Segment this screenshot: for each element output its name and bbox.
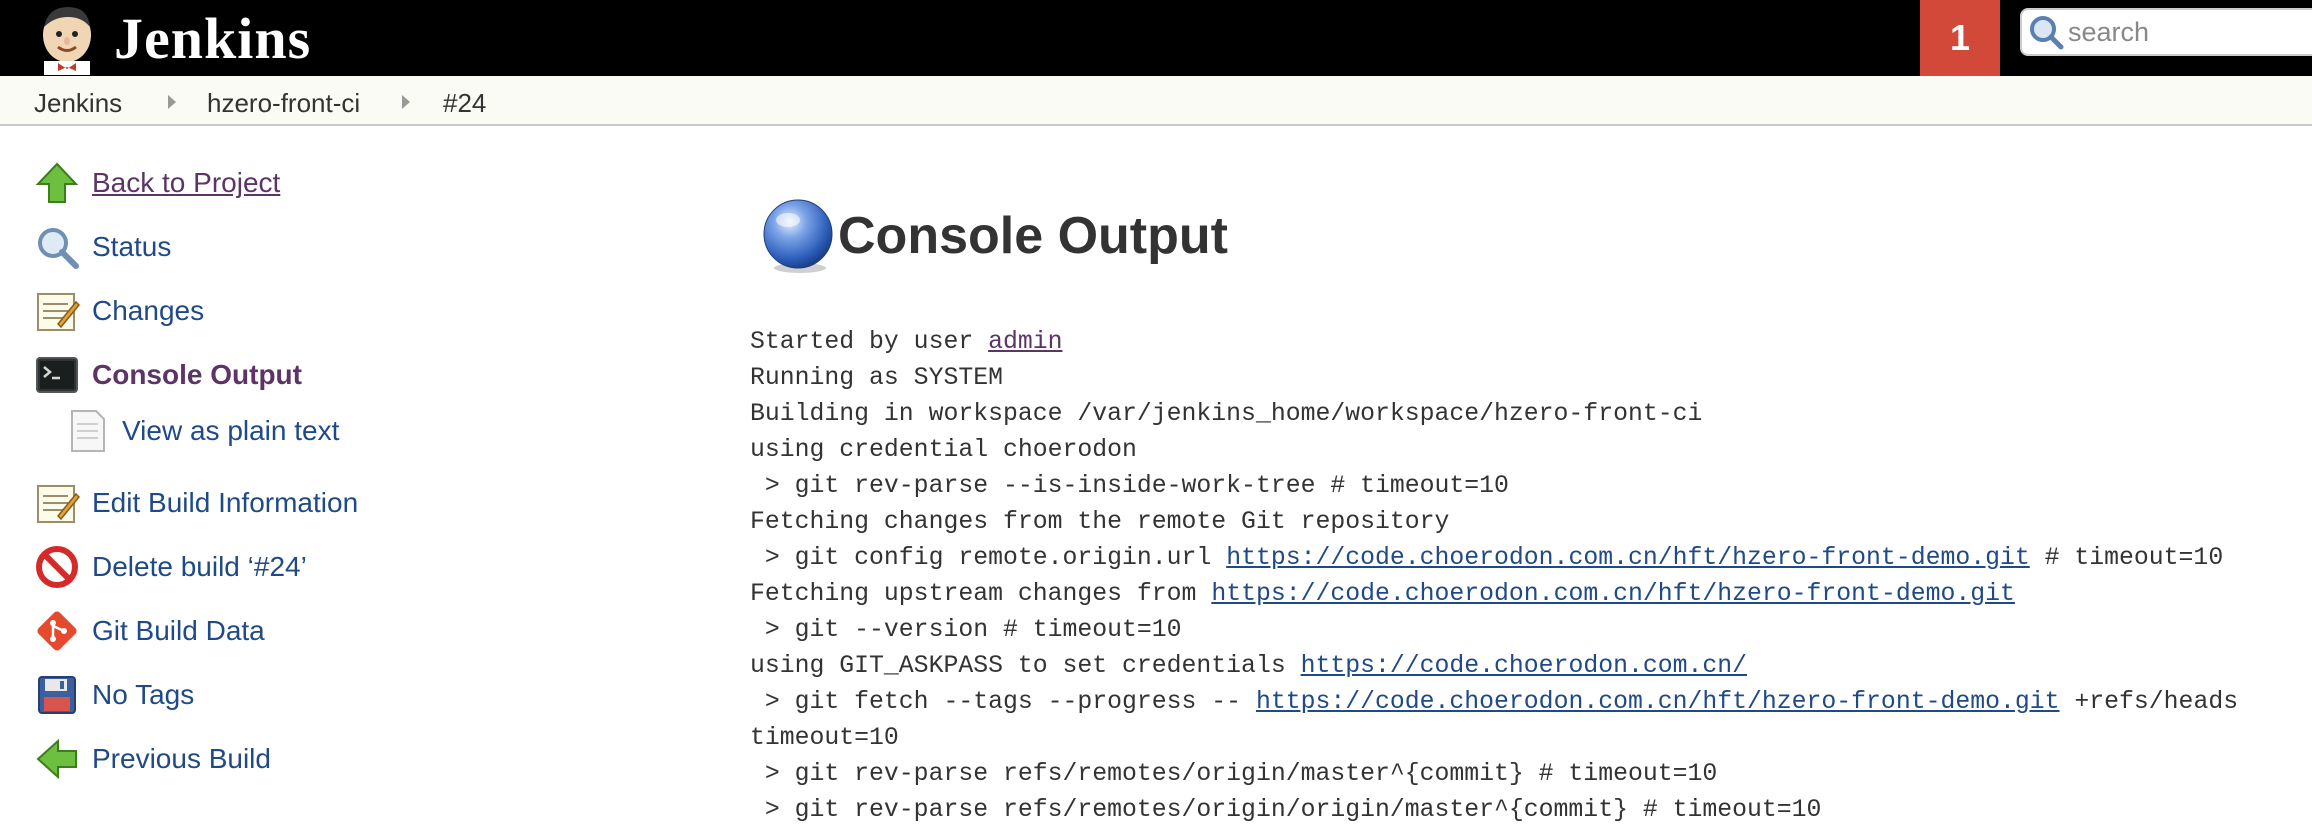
breadcrumb-jenkins[interactable]: Jenkins [34,88,122,119]
floppy-disk-icon [38,676,76,714]
delete-build-link[interactable]: Delete build ‘#24’ [92,551,307,583]
git-icon [37,611,77,651]
repo-url-link[interactable]: https://code.choerodon.com.cn/hft/hzero-… [1256,688,2060,716]
console-line: using credential choerodon [750,436,1137,464]
console-text: Fetching upstream changes from [750,580,1212,608]
console-line: > git rev-parse refs/remotes/origin/orig… [750,796,1822,824]
user-link[interactable]: admin [988,328,1062,356]
no-entry-icon [36,546,78,588]
search-input[interactable] [2066,16,2312,48]
console-text: using GIT_ASKPASS to set credentials [750,652,1301,680]
page-title: Console Output [838,207,1228,265]
console-text: > git config remote.origin.url [750,544,1227,572]
task-delete-build[interactable]: Delete build ‘#24’ [34,544,307,590]
breadcrumb-project[interactable]: hzero-front-ci [207,88,360,119]
page-heading: Console Output [758,196,1228,276]
console-line: Fetching upstream changes from https://c… [750,580,2015,608]
console-text: # timeout=10 [2029,544,2224,572]
document-icon [71,410,105,452]
task-changes[interactable]: Changes [34,288,204,334]
task-edit-build-information[interactable]: Edit Build Information [34,480,358,526]
repo-url-link[interactable]: https://code.choerodon.com.cn/hft/hzero-… [1226,544,2030,572]
breadcrumb-build[interactable]: #24 [443,88,486,119]
console-line: > git --version # timeout=10 [750,616,1182,644]
console-line: Running as SYSTEM [750,364,1003,392]
console-line: > git config remote.origin.url https://c… [750,544,2223,572]
task-back-to-project[interactable]: Back to Project [34,160,280,206]
view-plain-text-link[interactable]: View as plain text [122,415,339,447]
console-line: using GIT_ASKPASS to set credentials htt… [750,652,1747,680]
previous-build-link[interactable]: Previous Build [92,743,271,775]
main-panel: Console Output Started by user admin Run… [740,126,2312,824]
blue-ball-icon [763,199,833,273]
no-tags-link[interactable]: No Tags [92,679,194,711]
top-header: Jenkins 1 [0,0,2312,76]
task-console-output[interactable]: Console Output [34,352,302,398]
console-line: > git rev-parse refs/remotes/origin/mast… [750,760,1718,788]
notepad-icon [37,485,80,523]
task-git-build-data[interactable]: Git Build Data [34,608,265,654]
task-status[interactable]: Status [34,224,171,270]
console-line: > git rev-parse --is-inside-work-tree # … [750,472,1509,500]
task-view-plain-text[interactable]: View as plain text [64,408,339,454]
magnifier-icon [38,228,79,269]
console-text: +refs/heads [2059,688,2239,716]
terminal-icon [36,357,78,393]
console-line: Fetching changes from the remote Git rep… [750,508,1450,536]
changes-link[interactable]: Changes [92,295,204,327]
git-build-data-link[interactable]: Git Build Data [92,615,265,647]
console-line: Started by user admin [750,328,1063,356]
back-to-project-link[interactable]: Back to Project [92,167,280,199]
notepad-icon [37,293,80,331]
search-box [2020,8,2312,56]
jenkins-butler-icon [43,7,91,75]
up-arrow-icon [35,162,79,203]
breadcrumb-chevron-icon[interactable] [168,95,176,109]
console-output: Started by user admin Running as SYSTEM … [750,324,2238,828]
sidebar: Back to Project Status Changes Console O… [0,126,700,816]
console-line: timeout=10 [750,724,899,752]
console-output-link[interactable]: Console Output [92,359,302,391]
console-text: Started by user [750,328,989,356]
task-previous-build[interactable]: Previous Build [34,736,271,782]
left-arrow-icon [36,738,77,780]
breadcrumb: Jenkins hzero-front-ci #24 [0,76,2312,126]
notification-badge[interactable]: 1 [1920,0,2000,76]
console-line: Building in workspace /var/jenkins_home/… [750,400,1703,428]
jenkins-logo[interactable]: Jenkins [30,0,311,76]
task-no-tags[interactable]: No Tags [34,672,194,718]
repo-url-link[interactable]: https://code.choerodon.com.cn/hft/hzero-… [1211,580,2015,608]
brand-name: Jenkins [114,5,312,71]
search-icon [2030,16,2064,50]
console-line: > git fetch --tags --progress -- https:/… [750,688,2238,716]
console-text: > git fetch --tags --progress -- [750,688,1256,716]
breadcrumb-chevron-icon[interactable] [402,95,410,109]
edit-build-information-link[interactable]: Edit Build Information [92,487,358,519]
askpass-url-link[interactable]: https://code.choerodon.com.cn/ [1301,652,1747,680]
status-link[interactable]: Status [92,231,171,263]
